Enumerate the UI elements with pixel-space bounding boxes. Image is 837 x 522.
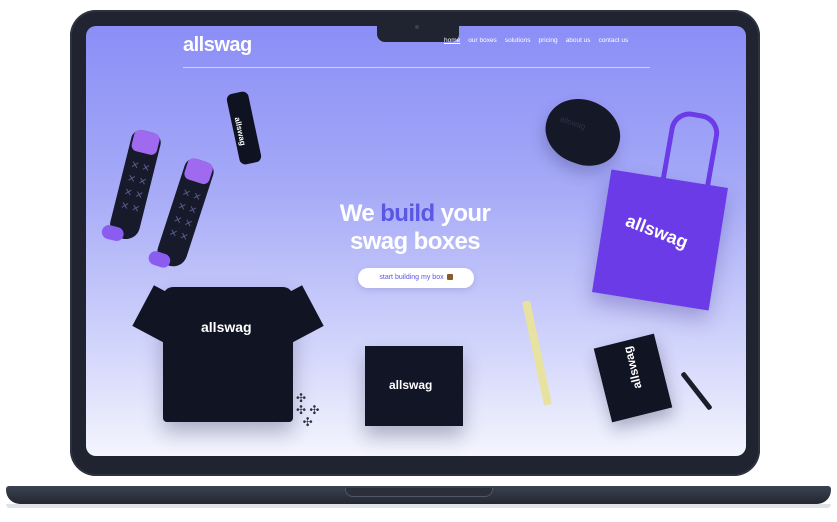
notebook-label: allswag (620, 344, 645, 391)
trackpad-lip (345, 488, 493, 497)
nav-home[interactable]: home (444, 37, 460, 44)
nav-our-boxes[interactable]: our boxes (468, 37, 497, 44)
header-divider (183, 67, 650, 68)
tote-label: allswag (622, 210, 691, 253)
tshirt-image: allswag (132, 285, 324, 422)
jacks-image: ✣ ✣ ✣ ✣ (296, 391, 320, 429)
bottle-label: allswag (232, 116, 248, 147)
cap-label: allswag (558, 114, 587, 132)
nav-about-us[interactable]: about us (566, 37, 591, 44)
camera-icon (415, 25, 419, 29)
start-building-button[interactable]: start building my box (358, 268, 474, 288)
tote-bag-image: allswag (592, 169, 728, 311)
hero-heading: We build your swag boxes (339, 200, 491, 255)
tshirt-label: allswag (201, 319, 252, 335)
top-nav: home our boxes solutions pricing about u… (444, 37, 628, 44)
box-icon (446, 274, 453, 280)
site-logo[interactable]: allswag (183, 34, 252, 57)
nav-contact-us[interactable]: contact us (599, 37, 629, 44)
nav-pricing[interactable]: pricing (538, 37, 557, 44)
swag-box-image: allswag (365, 346, 463, 426)
box-label: allswag (389, 378, 433, 392)
nav-solutions[interactable]: solutions (505, 37, 531, 44)
laptop-foot (6, 504, 831, 508)
